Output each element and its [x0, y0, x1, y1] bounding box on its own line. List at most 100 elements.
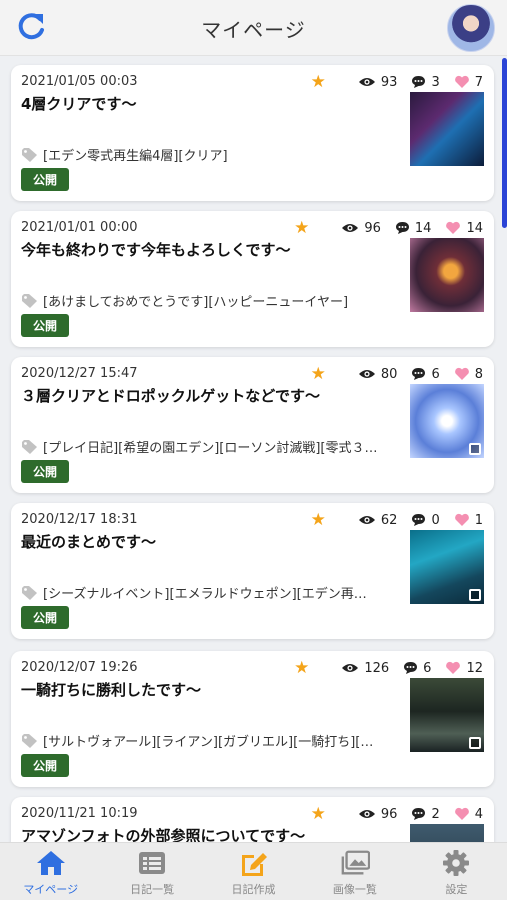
- comment-count: 3: [411, 75, 440, 90]
- comment-icon: [412, 808, 426, 820]
- status-badge: 公開: [21, 314, 69, 337]
- multi-image-icon: [469, 589, 481, 601]
- comment-icon: [412, 514, 426, 526]
- status-badge: 公開: [21, 460, 69, 483]
- page-title: マイページ: [201, 18, 306, 42]
- diary-stats: ★ 62 0 1: [311, 510, 483, 530]
- status-badge: 公開: [21, 754, 69, 777]
- like-count: 12: [445, 661, 483, 676]
- diary-date: 2020/11/21 10:19: [21, 806, 138, 821]
- diary-card[interactable]: 2020/12/17 18:31 ★ 62 0 1 最近のまとめです～ [シーズ…: [11, 503, 494, 639]
- diary-date: 2021/01/01 00:00: [21, 220, 138, 235]
- tag-icon: [22, 293, 37, 308]
- diary-tags: [エデン零式再生編4層][クリア]: [21, 145, 406, 164]
- diary-title[interactable]: 最近のまとめです～: [21, 531, 156, 552]
- eye-icon: [342, 224, 359, 232]
- eye-icon: [358, 810, 375, 818]
- diary-tags: [プレイ日記][希望の園エデン][ローソン討滅戦][零式３…: [21, 437, 406, 456]
- status-badge: 公開: [21, 606, 69, 629]
- heart-icon: [454, 807, 469, 820]
- comment-icon: [404, 662, 418, 674]
- header-bar: マイページ: [0, 0, 507, 56]
- star-icon[interactable]: ★: [311, 510, 326, 530]
- scrollbar[interactable]: [502, 58, 507, 228]
- star-icon[interactable]: ★: [311, 804, 326, 824]
- diary-thumbnail[interactable]: [410, 384, 484, 458]
- diary-date: 2020/12/07 19:26: [21, 660, 138, 675]
- diary-title[interactable]: アマゾンフォトの外部参照についてです～: [21, 825, 305, 842]
- tab-image-list[interactable]: 画像一覧: [304, 843, 405, 900]
- like-count: 14: [445, 221, 483, 236]
- view-count: 96: [341, 221, 381, 236]
- gear-icon: [443, 850, 470, 876]
- comment-count: 14: [395, 221, 431, 236]
- diary-tags: [シーズナルイベント][エメラルドウェポン][エデン再…: [21, 583, 406, 602]
- tag-icon: [22, 147, 37, 162]
- diary-date: 2020/12/17 18:31: [21, 512, 138, 527]
- diary-thumbnail[interactable]: [410, 678, 484, 752]
- diary-title[interactable]: 一騎打ちに勝利したです～: [21, 679, 201, 700]
- view-count: 126: [341, 661, 389, 676]
- avatar[interactable]: [447, 4, 495, 52]
- like-count: 8: [454, 367, 483, 382]
- diary-tags: [サルトヴォアール][ライアン][ガブリエル][一騎打ち][…: [21, 731, 406, 750]
- view-count: 96: [358, 807, 397, 822]
- comment-icon: [412, 76, 426, 88]
- list-icon: [139, 852, 166, 874]
- heart-icon: [446, 661, 461, 674]
- diary-list[interactable]: 2021/01/05 00:03 ★ 93 3 7 4層クリアです～ [エデン零…: [0, 56, 507, 842]
- diary-stats: ★ 96 14 14: [294, 218, 483, 238]
- diary-card[interactable]: 2021/01/05 00:03 ★ 93 3 7 4層クリアです～ [エデン零…: [11, 65, 494, 201]
- eye-icon: [358, 370, 375, 378]
- tag-icon: [22, 439, 37, 454]
- like-count: 1: [454, 513, 483, 528]
- eye-icon: [342, 664, 359, 672]
- tab-settings[interactable]: 設定: [406, 843, 507, 900]
- edit-icon: [241, 853, 267, 876]
- tag-icon: [22, 733, 37, 748]
- heart-icon: [454, 513, 469, 526]
- diary-card[interactable]: 2021/01/01 00:00 ★ 96 14 14 今年も終わりです今年もよ…: [11, 211, 494, 347]
- diary-card[interactable]: 2020/12/27 15:47 ★ 80 6 8 ３層クリアとドロポックルゲッ…: [11, 357, 494, 493]
- comment-count: 6: [411, 367, 440, 382]
- home-icon: [36, 851, 65, 875]
- diary-thumbnail[interactable]: [410, 92, 484, 166]
- comment-icon: [412, 368, 426, 380]
- bottom-tab-bar: マイページ 日記一覧 日記作成 画像一覧 設定: [0, 842, 507, 900]
- diary-stats: ★ 126 6 12: [294, 658, 483, 678]
- tab-diary-list[interactable]: 日記一覧: [101, 843, 202, 900]
- multi-image-icon: [469, 737, 481, 749]
- heart-icon: [454, 75, 469, 88]
- multi-image-icon: [469, 443, 481, 455]
- diary-stats: ★ 80 6 8: [311, 364, 483, 384]
- eye-icon: [358, 516, 375, 524]
- diary-thumbnail[interactable]: [410, 530, 484, 604]
- eye-icon: [358, 78, 375, 86]
- images-icon: [341, 850, 370, 875]
- like-count: 7: [454, 75, 483, 90]
- like-count: 4: [454, 807, 483, 822]
- diary-title[interactable]: 4層クリアです～: [21, 93, 136, 114]
- diary-thumbnail[interactable]: [410, 824, 484, 842]
- star-icon[interactable]: ★: [294, 218, 309, 238]
- star-icon[interactable]: ★: [311, 72, 326, 92]
- diary-date: 2020/12/27 15:47: [21, 366, 138, 381]
- tab-diary-create[interactable]: 日記作成: [203, 843, 304, 900]
- diary-title[interactable]: ３層クリアとドロポックルゲットなどです～: [21, 385, 320, 406]
- diary-thumbnail[interactable]: [410, 238, 484, 312]
- diary-tags: [あけましておめでとうです][ハッピーニューイヤー]: [21, 291, 406, 310]
- status-badge: 公開: [21, 168, 69, 191]
- diary-card[interactable]: 2020/12/07 19:26 ★ 126 6 12 一騎打ちに勝利したです～…: [11, 651, 494, 787]
- view-count: 62: [358, 513, 397, 528]
- star-icon[interactable]: ★: [294, 658, 309, 678]
- star-icon[interactable]: ★: [311, 364, 326, 384]
- tag-icon: [22, 585, 37, 600]
- diary-title[interactable]: 今年も終わりです今年もよろしくです～: [21, 239, 291, 260]
- diary-stats: ★ 93 3 7: [311, 72, 483, 92]
- comment-count: 6: [403, 661, 431, 676]
- tab-mypage[interactable]: マイページ: [0, 843, 101, 900]
- diary-stats: ★ 96 2 4: [311, 804, 483, 824]
- heart-icon: [454, 367, 469, 380]
- diary-date: 2021/01/05 00:03: [21, 74, 138, 89]
- diary-card[interactable]: 2020/11/21 10:19 ★ 96 2 4 アマゾンフォトの外部参照につ…: [11, 797, 494, 842]
